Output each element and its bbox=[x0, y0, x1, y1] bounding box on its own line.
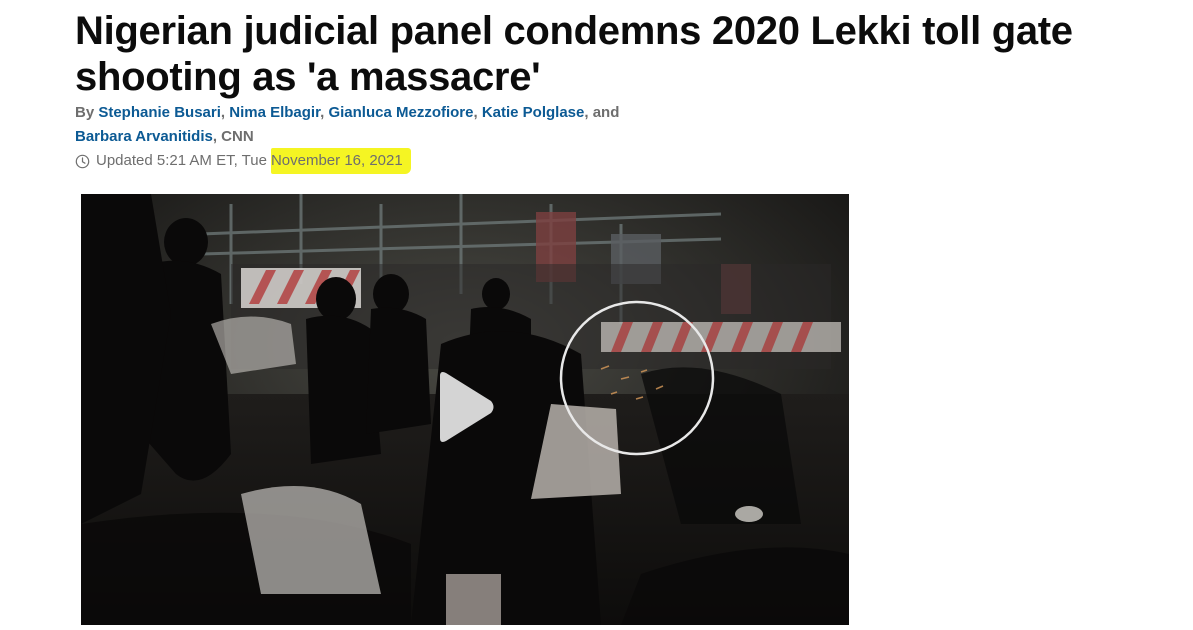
byline-separator: , bbox=[220, 104, 230, 121]
play-icon[interactable] bbox=[436, 370, 496, 444]
update-timestamp: Updated 5:21 AM ET, Tue November 16, 202… bbox=[75, 148, 411, 174]
timestamp-date-highlighted: November 16, 2021 bbox=[270, 148, 411, 174]
article-headline: Nigerian judicial panel condemns 2020 Le… bbox=[75, 8, 1165, 100]
author-link-nima-elbagir[interactable]: Nima Elbagir bbox=[229, 104, 320, 121]
byline-line-2: Barbara Arvanitidis, CNN bbox=[75, 125, 775, 149]
author-link-barbara-arvanitidis[interactable]: Barbara Arvanitidis bbox=[75, 128, 213, 145]
byline-source: , CNN bbox=[212, 128, 254, 145]
byline-prefix: By bbox=[75, 104, 99, 121]
clock-icon bbox=[75, 154, 90, 168]
timestamp-prefix: Updated 5:21 AM ET, Tue bbox=[96, 152, 267, 169]
byline: By Stephanie Busari, Nima Elbagir, Gianl… bbox=[75, 101, 775, 149]
byline-and: , and bbox=[584, 104, 620, 121]
headline-line-1: Nigerian judicial panel condemns 2020 Le… bbox=[75, 9, 1073, 53]
author-link-gianluca-mezzofiore[interactable]: Gianluca Mezzofiore bbox=[328, 104, 473, 121]
byline-line-1: By Stephanie Busari, Nima Elbagir, Gianl… bbox=[75, 101, 775, 125]
author-link-stephanie-busari[interactable]: Stephanie Busari bbox=[98, 104, 221, 121]
author-link-katie-polglase[interactable]: Katie Polglase bbox=[482, 104, 585, 121]
byline-separator: , bbox=[473, 104, 482, 121]
headline-line-2: shooting as 'a massacre' bbox=[75, 55, 541, 99]
video-player[interactable] bbox=[81, 194, 849, 625]
